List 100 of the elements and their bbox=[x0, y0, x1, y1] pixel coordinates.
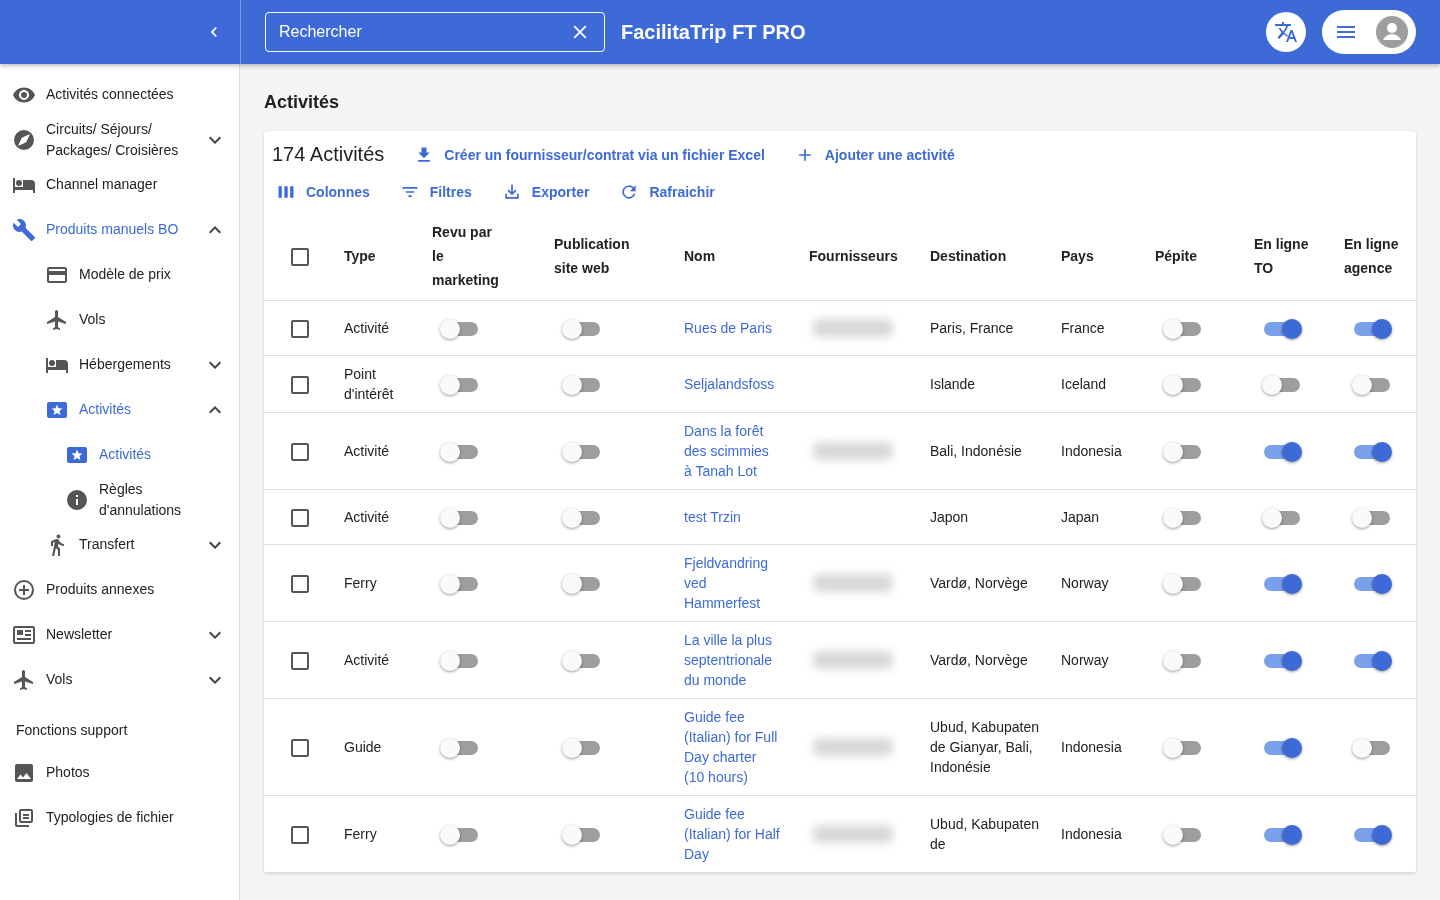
sidebar-item[interactable]: Circuits/ Séjours/ Packages/ Croisières bbox=[0, 117, 239, 162]
toolbar-button[interactable]: Rafraichir bbox=[619, 182, 715, 202]
toolbar-button[interactable]: Colonnes bbox=[276, 182, 370, 202]
activity-name-link[interactable]: Fjeldvandring ved Hammerfest bbox=[684, 553, 780, 613]
row-checkbox[interactable] bbox=[291, 652, 309, 671]
sidebar-item[interactable]: Règles d'annulations bbox=[0, 477, 239, 522]
toggle-switch[interactable] bbox=[564, 511, 600, 526]
sidebar-item[interactable]: Vols bbox=[0, 297, 239, 342]
row-checkbox[interactable] bbox=[291, 509, 309, 528]
toggle-switch[interactable] bbox=[1165, 828, 1201, 843]
destination-cell: Ubud, Kabupaten de bbox=[930, 816, 1039, 852]
toggle-switch[interactable] bbox=[1354, 654, 1390, 669]
toggle-switch[interactable] bbox=[1165, 577, 1201, 592]
row-checkbox[interactable] bbox=[291, 376, 309, 395]
sidebar-item[interactable]: Hébergements bbox=[0, 342, 239, 387]
translate-icon[interactable] bbox=[1274, 20, 1298, 44]
row-checkbox[interactable] bbox=[291, 320, 309, 339]
activity-name-link[interactable]: Seljalandsfoss bbox=[684, 374, 780, 394]
toggle-switch[interactable] bbox=[1264, 577, 1300, 592]
action-link[interactable]: Créer un fournisseur/contrat via un fichier Excel bbox=[414, 144, 765, 165]
toggle-switch[interactable] bbox=[1165, 322, 1201, 337]
account-menu-button[interactable] bbox=[1322, 10, 1416, 54]
activity-name-link[interactable]: Dans la forêt des scimmies à Tanah Lot bbox=[684, 421, 780, 481]
activity-name-link[interactable]: test Trzin bbox=[684, 507, 780, 527]
sidebar-item[interactable]: Transfert bbox=[0, 522, 239, 567]
row-checkbox[interactable] bbox=[291, 739, 309, 758]
toggle-switch[interactable] bbox=[442, 511, 478, 526]
toggle-switch[interactable] bbox=[564, 378, 600, 393]
select-all-checkbox[interactable] bbox=[291, 248, 309, 267]
sidebar-item[interactable]: Photos bbox=[0, 750, 239, 795]
type-cell: Activité bbox=[344, 509, 390, 525]
sidebar-item[interactable]: Produits annexes bbox=[0, 567, 239, 612]
country-cell: Indonesia bbox=[1061, 826, 1122, 842]
toggle-switch[interactable] bbox=[442, 654, 478, 669]
toggle-switch[interactable] bbox=[564, 322, 600, 337]
sidebar-item[interactable]: Produits manuels BO bbox=[0, 207, 239, 252]
toggle-switch[interactable] bbox=[1165, 378, 1201, 393]
toggle-switch[interactable] bbox=[442, 741, 478, 756]
row-checkbox[interactable] bbox=[291, 575, 309, 594]
sidebar-item[interactable]: Modèle de prix bbox=[0, 252, 239, 297]
toggle-switch[interactable] bbox=[564, 828, 600, 843]
type-cell: Activité bbox=[344, 443, 390, 459]
column-header: Publication site web bbox=[554, 235, 631, 278]
row-checkbox[interactable] bbox=[291, 443, 309, 462]
toggle-switch[interactable] bbox=[1264, 741, 1300, 756]
toolbar-button[interactable]: Exporter bbox=[501, 182, 590, 202]
sidebar-item[interactable]: Activités bbox=[0, 432, 239, 477]
avatar-icon[interactable] bbox=[1376, 16, 1408, 48]
column-header: Destination bbox=[930, 247, 1007, 266]
column-header: Revu par le marketing bbox=[432, 223, 500, 290]
toggle-switch[interactable] bbox=[1165, 654, 1201, 669]
toggle-switch[interactable] bbox=[442, 577, 478, 592]
compass-icon bbox=[12, 127, 36, 152]
column-header: Nom bbox=[684, 247, 716, 266]
destination-cell: Paris, France bbox=[930, 320, 1014, 336]
search-field[interactable]: Rechercher bbox=[265, 12, 605, 52]
row-checkbox[interactable] bbox=[291, 826, 309, 845]
sidebar-item[interactable]: Channel manager bbox=[0, 162, 239, 207]
toggle-switch[interactable] bbox=[1264, 378, 1300, 393]
toggle-switch[interactable] bbox=[1264, 654, 1300, 669]
activity-name-link[interactable]: Guide fee (Italian) for Half Day bbox=[684, 804, 780, 864]
toggle-switch[interactable] bbox=[1354, 322, 1390, 337]
toggle-switch[interactable] bbox=[1354, 511, 1390, 526]
toggle-switch[interactable] bbox=[1165, 445, 1201, 460]
type-cell: Activité bbox=[344, 652, 390, 668]
toggle-switch[interactable] bbox=[442, 378, 478, 393]
toggle-switch[interactable] bbox=[1354, 828, 1390, 843]
sidebar-item[interactable]: Typologies de fichier bbox=[0, 795, 239, 840]
column-header: Pays bbox=[1061, 247, 1094, 266]
toggle-switch[interactable] bbox=[564, 741, 600, 756]
column-header: En ligne TO bbox=[1254, 235, 1310, 278]
toggle-switch[interactable] bbox=[1264, 828, 1300, 843]
toggle-switch[interactable] bbox=[1264, 511, 1300, 526]
country-cell: Norway bbox=[1061, 575, 1109, 591]
toggle-switch[interactable] bbox=[442, 322, 478, 337]
toggle-switch[interactable] bbox=[564, 654, 600, 669]
toggle-switch[interactable] bbox=[1354, 378, 1390, 393]
toggle-switch[interactable] bbox=[1264, 322, 1300, 337]
toggle-switch[interactable] bbox=[1165, 511, 1201, 526]
toggle-switch[interactable] bbox=[1354, 741, 1390, 756]
activity-name-link[interactable]: Rues de Paris bbox=[684, 318, 780, 338]
toggle-switch[interactable] bbox=[442, 828, 478, 843]
activity-name-link[interactable]: La ville la plus septentrionale du monde bbox=[684, 630, 780, 690]
action-link[interactable]: Ajouter une activité bbox=[794, 144, 955, 165]
toggle-switch[interactable] bbox=[442, 445, 478, 460]
sidebar-item[interactable]: Activités bbox=[0, 387, 239, 432]
toggle-switch[interactable] bbox=[1264, 445, 1300, 460]
toggle-switch[interactable] bbox=[1354, 577, 1390, 592]
translate-button[interactable] bbox=[1266, 12, 1306, 52]
toggle-switch[interactable] bbox=[564, 445, 600, 460]
sidebar-item[interactable]: Vols bbox=[0, 657, 239, 702]
toggle-switch[interactable] bbox=[1354, 445, 1390, 460]
type-cell: Ferry bbox=[344, 575, 377, 591]
activity-name-link[interactable]: Guide fee (Italian) for Full Day charter (10 hours) bbox=[684, 707, 780, 787]
type-cell: Point d'intérêt bbox=[344, 366, 394, 402]
sidebar-item[interactable]: Newsletter bbox=[0, 612, 239, 657]
toggle-switch[interactable] bbox=[564, 577, 600, 592]
sidebar-item[interactable]: Activités connectées bbox=[0, 72, 239, 117]
toggle-switch[interactable] bbox=[1165, 741, 1201, 756]
toolbar-button[interactable]: Filtres bbox=[399, 182, 472, 202]
